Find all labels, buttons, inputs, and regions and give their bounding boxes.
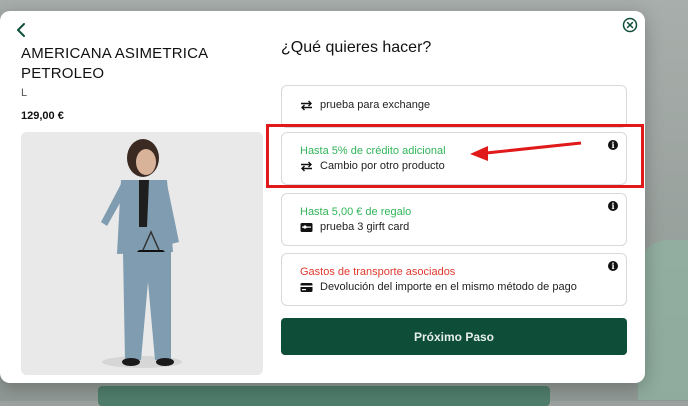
exchange-modal: AMERICANA ASIMETRICA PETROLEO L 129,00 €… xyxy=(0,11,645,383)
annotation-arrow xyxy=(470,141,582,161)
background-button xyxy=(98,386,550,406)
background-decoration xyxy=(638,240,688,400)
